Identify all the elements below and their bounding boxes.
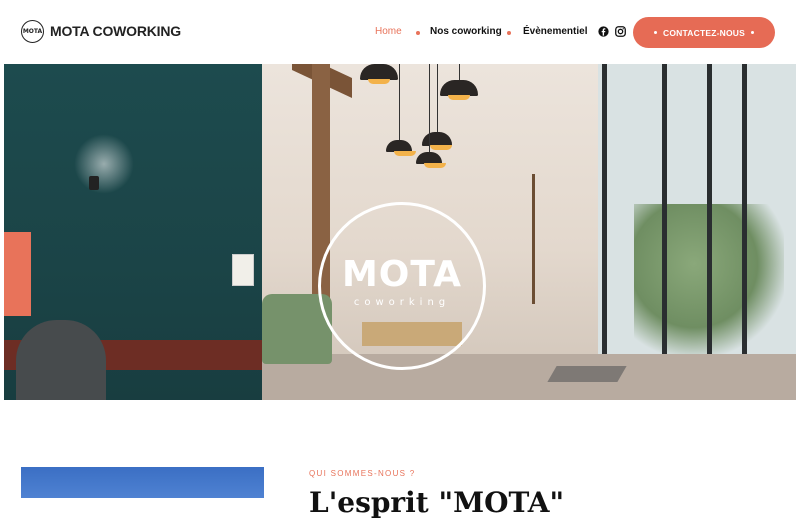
pendant-lamp <box>422 132 452 150</box>
wall-photo <box>232 254 254 286</box>
wall-lamp-glow <box>74 134 134 194</box>
hero-logo-title: MOTA <box>341 254 463 295</box>
pendant-cord <box>429 64 430 154</box>
cta-dot-right <box>750 31 754 34</box>
nav-item-evenementiel[interactable]: Évènementiel <box>523 26 587 37</box>
site-header: MOTA MOTA COWORKING Home Nos coworking É… <box>0 0 800 64</box>
window-post <box>602 64 607 400</box>
hero-logo-subtitle: coworking <box>353 297 451 308</box>
contact-button[interactable]: CONTACTEZ-NOUS <box>633 17 775 48</box>
pendant-lamp <box>416 152 446 168</box>
about-image <box>21 467 264 498</box>
hero-photo-left <box>4 64 262 400</box>
pendant-cord <box>437 64 438 134</box>
cta-dot-left <box>654 31 658 34</box>
nav-separator-dot <box>507 31 511 35</box>
pendant-cord <box>459 64 460 80</box>
window-post <box>707 64 712 400</box>
about-eyebrow: QUI SOMMES-NOUS ? <box>309 469 416 478</box>
pendant-cord <box>399 64 400 142</box>
nav-separator-dot <box>416 31 420 35</box>
facebook-icon[interactable] <box>598 26 609 37</box>
nav-item-home[interactable]: Home <box>375 26 402 37</box>
chair <box>16 320 106 400</box>
hero-image: MOTA coworking <box>4 64 796 400</box>
instagram-icon[interactable] <box>615 26 626 37</box>
about-title: L'esprit "MOTA" <box>309 486 565 519</box>
window-post <box>662 64 667 400</box>
wall-lamp <box>89 176 99 190</box>
nav-item-nos-coworking[interactable]: Nos coworking <box>430 26 502 37</box>
pendant-lamp <box>360 64 398 84</box>
shelf <box>532 174 572 304</box>
pendant-lamp <box>386 140 416 156</box>
orange-accent-block <box>4 232 31 316</box>
pendant-lamp <box>440 80 478 100</box>
floor <box>262 354 796 400</box>
door-mat <box>547 366 627 382</box>
contact-button-label: CONTACTEZ-NOUS <box>663 27 745 38</box>
window-post <box>742 64 747 400</box>
